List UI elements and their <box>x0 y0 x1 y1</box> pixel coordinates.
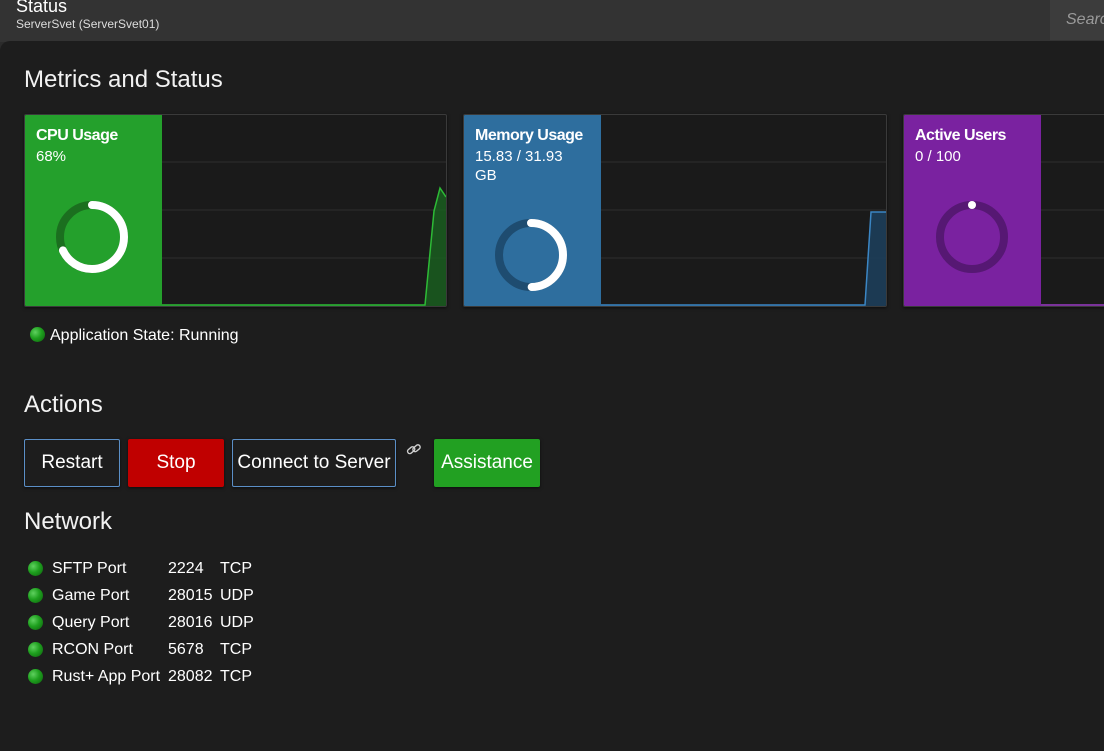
port-number: 28015 <box>168 587 213 604</box>
application-state-text: Application State: Running <box>50 327 239 344</box>
active-users-tile: Active Users 0 / 100 <box>904 115 1041 306</box>
port-number: 5678 <box>168 641 204 658</box>
port-name: Rust+ App Port <box>52 668 161 685</box>
users-gauge-track <box>936 201 1008 273</box>
memory-usage-tile: Memory Usage 15.83 / 31.93 GB <box>464 115 601 306</box>
actions-section-title: Actions <box>24 391 103 418</box>
server-subtitle: ServerSvet (ServerSvet01) <box>16 17 160 31</box>
cpu-usage-tile: CPU Usage 68% <box>25 115 162 306</box>
assistance-button[interactable]: Assistance <box>434 439 540 487</box>
active-users-label: Active Users <box>915 127 1006 144</box>
port-protocol: UDP <box>220 614 254 631</box>
cpu-usage-card: CPU Usage 68% <box>24 114 447 307</box>
memory-usage-history-chart <box>601 161 886 306</box>
active-users-value: 0 / 100 <box>915 148 961 165</box>
status-led-icon <box>30 326 45 342</box>
port-protocol: TCP <box>220 668 252 685</box>
port-name: RCON Port <box>52 641 133 658</box>
cpu-usage-value: 68% <box>36 148 67 165</box>
active-users-gauge <box>936 201 1008 273</box>
restart-button[interactable]: Restart <box>24 439 120 487</box>
port-name: Game Port <box>52 587 130 604</box>
application-state: Application State: Running <box>30 326 239 345</box>
metrics-section-title: Metrics and Status <box>24 66 223 93</box>
status-led-icon <box>28 642 43 657</box>
memory-usage-label: Memory Usage <box>475 127 583 144</box>
memory-usage-value: 15.83 / 31.93 GB <box>475 148 563 184</box>
port-protocol: UDP <box>220 587 254 604</box>
page-title: Status <box>16 0 68 16</box>
stop-button[interactable]: Stop <box>128 439 224 487</box>
network-section-title: Network <box>24 508 113 535</box>
active-users-history-chart <box>1041 161 1104 306</box>
port-number: 2224 <box>168 560 204 577</box>
port-protocol: TCP <box>220 560 252 577</box>
search-input[interactable] <box>1050 0 1104 40</box>
main-panel: Metrics and Status CPU Usage 68% Memory … <box>0 41 1104 751</box>
cpu-usage-label: CPU Usage <box>36 127 118 144</box>
port-name: Query Port <box>52 614 130 631</box>
port-name: SFTP Port <box>52 560 127 577</box>
link-icon[interactable] <box>405 441 423 459</box>
memory-usage-gauge <box>495 219 567 291</box>
memory-usage-card: Memory Usage 15.83 / 31.93 GB <box>463 114 887 307</box>
cpu-usage-history-chart <box>162 161 446 306</box>
port-number: 28016 <box>168 614 213 631</box>
page-header: Status ServerSvet (ServerSvet01) <box>0 0 1104 42</box>
port-protocol: TCP <box>220 641 252 658</box>
port-number: 28082 <box>168 668 213 685</box>
connect-to-server-button[interactable]: Connect to Server <box>232 439 396 487</box>
status-led-icon <box>28 588 43 603</box>
status-led-icon <box>28 561 43 576</box>
cpu-usage-gauge <box>56 201 128 273</box>
status-led-icon <box>28 669 43 684</box>
status-led-icon <box>28 615 43 630</box>
active-users-card: Active Users 0 / 100 <box>903 114 1104 307</box>
